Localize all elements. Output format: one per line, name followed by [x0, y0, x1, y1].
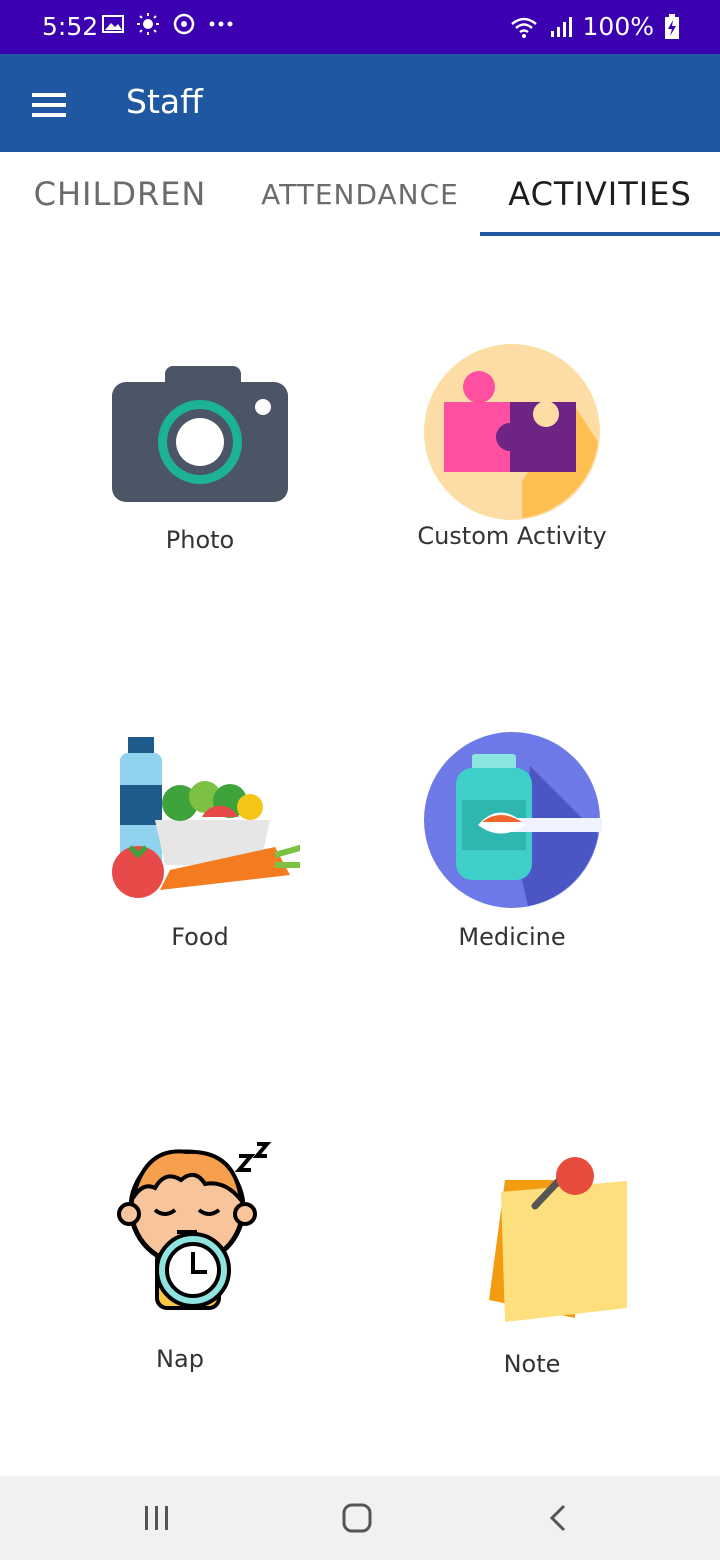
- activity-note[interactable]: Note: [382, 1150, 682, 1410]
- activity-label: Note: [503, 1350, 561, 1378]
- activity-label: Custom Activity: [417, 522, 607, 550]
- back-button[interactable]: [514, 1490, 604, 1546]
- recent-apps-icon: [145, 1506, 168, 1530]
- hamburger-menu-icon: [32, 93, 66, 117]
- gallery-icon: [102, 15, 124, 33]
- status-notification-icons: [102, 12, 234, 36]
- sun-icon: [137, 13, 159, 35]
- home-button[interactable]: [312, 1490, 402, 1546]
- recent-apps-button[interactable]: [112, 1490, 202, 1546]
- home-icon: [342, 1503, 372, 1533]
- tab-indicator: [480, 232, 720, 236]
- wifi-icon: [510, 17, 537, 38]
- activity-label: Medicine: [458, 923, 566, 951]
- back-icon: [549, 1504, 566, 1532]
- activity-custom[interactable]: Custom Activity: [362, 342, 662, 602]
- status-bar: 5:52 100%: [0, 0, 720, 54]
- activity-label: Photo: [165, 526, 235, 554]
- medicine-icon: [424, 732, 602, 908]
- more-dots-icon: [209, 21, 233, 27]
- activity-label: Food: [171, 923, 229, 951]
- sync-icon: [173, 13, 195, 35]
- status-time: 5:52: [42, 12, 99, 41]
- battery-charging-icon: [665, 13, 679, 39]
- food-icon: [112, 737, 300, 898]
- tab-attendance[interactable]: ATTENDANCE: [240, 152, 480, 236]
- system-nav-bar: [0, 1476, 720, 1560]
- status-system-icons: 100%: [509, 12, 680, 41]
- tab-bar: CHILDREN ATTENDANCE ACTIVITIES: [0, 152, 720, 236]
- activity-medicine[interactable]: Medicine: [362, 730, 662, 990]
- activity-food[interactable]: Food: [50, 735, 350, 995]
- note-icon: [489, 1157, 627, 1322]
- signal-icon: [550, 16, 572, 37]
- battery-percent: 100%: [582, 12, 654, 41]
- tab-activities[interactable]: ACTIVITIES: [480, 152, 720, 236]
- page-title: Staff: [126, 82, 203, 121]
- menu-button[interactable]: [24, 76, 80, 132]
- nap-icon: [117, 1142, 272, 1310]
- activity-photo[interactable]: Photo: [50, 350, 350, 610]
- app-bar: Staff: [0, 54, 720, 152]
- tab-children[interactable]: CHILDREN: [0, 152, 240, 236]
- activity-nap[interactable]: Nap: [30, 1140, 330, 1400]
- puzzle-icon: [424, 344, 600, 520]
- camera-icon: [112, 366, 288, 502]
- activity-label: Nap: [156, 1345, 204, 1373]
